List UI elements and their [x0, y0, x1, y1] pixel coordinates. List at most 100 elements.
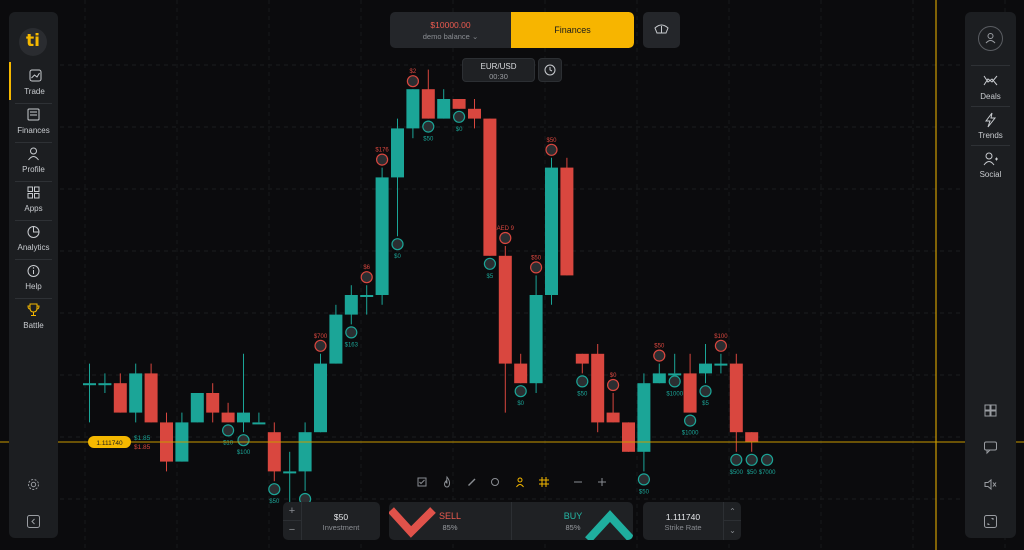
candle-body — [729, 363, 743, 433]
trader-avatar[interactable] — [714, 339, 728, 352]
candles-type-icon[interactable] — [415, 475, 429, 489]
buy-label: BUY — [563, 511, 583, 521]
deals-icon — [983, 75, 998, 86]
strike-increase-button[interactable]: ⌃ — [724, 502, 741, 521]
collapse-icon[interactable] — [26, 514, 41, 529]
trader-avatar[interactable] — [730, 453, 743, 466]
trader-avatar[interactable] — [345, 326, 358, 339]
candle-body — [606, 412, 620, 423]
trader-avatar[interactable] — [699, 385, 712, 398]
trade-amount-label: $2 — [410, 69, 417, 75]
sidebar-item-analytics[interactable]: Analytics — [9, 218, 58, 256]
candle-body — [406, 89, 420, 129]
trader-avatar[interactable] — [268, 483, 281, 496]
trade-amount-label: $50 — [423, 137, 434, 143]
trader-avatar[interactable] — [745, 453, 758, 466]
trader-avatar[interactable] — [376, 153, 389, 166]
fullscreen-icon[interactable] — [983, 514, 998, 529]
sidebar-item-social[interactable]: Social — [965, 145, 1016, 183]
investment-increase-button[interactable]: + — [283, 502, 301, 521]
trader-avatar[interactable] — [422, 120, 435, 133]
sidebar-item-apps[interactable]: Apps — [9, 179, 58, 217]
avatar[interactable] — [978, 26, 1003, 51]
candle-body — [144, 373, 158, 423]
finances-button[interactable]: Finances — [511, 12, 634, 48]
sidebar-item-profile[interactable]: Profile — [9, 140, 58, 178]
trader-avatar[interactable] — [760, 453, 774, 466]
settings-icon[interactable] — [26, 477, 41, 492]
traders-icon[interactable] — [513, 475, 527, 489]
candle-body — [113, 383, 127, 413]
trader-avatar[interactable] — [653, 349, 666, 362]
candle-body — [483, 118, 497, 256]
sidebar-item-label: Apps — [24, 204, 43, 213]
grid-icon[interactable] — [537, 475, 551, 489]
trader-avatar[interactable] — [683, 414, 697, 427]
trader-avatar[interactable] — [483, 257, 496, 270]
zoom-out-icon[interactable] — [571, 475, 585, 489]
trade-amount-label: $0 — [456, 127, 463, 133]
expiry-clock-button[interactable] — [538, 58, 562, 82]
trader-avatar[interactable] — [637, 473, 651, 486]
trade-amount-label: $5 — [487, 274, 494, 280]
trader-avatar[interactable] — [606, 378, 620, 392]
trade-amount-label: $0 — [610, 373, 617, 379]
balance-type-dropdown[interactable]: demo balance ⌄ — [390, 32, 511, 41]
candle-body — [668, 373, 682, 376]
sidebar-item-label: Social — [979, 170, 1002, 179]
sell-label: SELL — [438, 511, 462, 521]
current-price-value: 1.111740 — [96, 440, 123, 447]
trader-avatar[interactable] — [545, 143, 558, 156]
trader-avatar[interactable] — [360, 271, 373, 284]
trader-avatar[interactable] — [499, 231, 512, 245]
candle-body — [344, 295, 358, 315]
trader-avatar[interactable] — [222, 424, 235, 437]
investment-input: + − $50 Investment — [283, 502, 380, 540]
strike-rate-value[interactable]: 1.111740 — [643, 512, 723, 522]
candle-body — [591, 353, 605, 423]
sidebar-item-deals[interactable]: Deals — [965, 67, 1016, 105]
sidebar-item-battle[interactable]: Battle — [9, 296, 58, 334]
pencil-icon[interactable] — [465, 475, 479, 489]
candle-body — [452, 99, 466, 109]
left-sidebar: ti Trade Finances Profile Apps Analytics — [9, 12, 58, 538]
balance-amount[interactable]: $10000.00 — [390, 20, 511, 30]
trader-avatar[interactable] — [314, 339, 327, 352]
sell-arrow-icon — [389, 507, 436, 538]
buy-button[interactable]: BUY 85% — [511, 502, 633, 540]
investment-decrease-button[interactable]: − — [283, 521, 301, 540]
trader-avatar[interactable] — [406, 75, 419, 88]
gift-button[interactable] — [643, 12, 680, 48]
sidebar-item-trade[interactable]: Trade — [9, 62, 58, 100]
trader-avatar[interactable] — [529, 261, 543, 274]
sound-off-icon[interactable] — [983, 477, 998, 492]
trader-avatar[interactable] — [514, 385, 527, 398]
indicator-icon[interactable] — [488, 475, 502, 489]
zoom-in-icon[interactable] — [595, 475, 609, 489]
investment-value[interactable]: $50 — [302, 512, 380, 522]
sidebar-item-trends[interactable]: Trends — [965, 106, 1016, 144]
sidebar-item-finances[interactable]: Finances — [9, 101, 58, 139]
candle-body — [714, 363, 728, 366]
fire-icon[interactable] — [440, 475, 454, 489]
strike-decrease-button[interactable]: ⌄ — [724, 521, 741, 540]
asset-selector[interactable]: EUR/USD 00:30 — [462, 58, 535, 82]
trader-avatar[interactable] — [391, 238, 404, 251]
candle-body — [237, 412, 250, 423]
trade-amount-label: $0 — [517, 401, 524, 407]
trade-amount-label: $0 — [394, 254, 401, 260]
layout-icon[interactable] — [983, 403, 998, 418]
sell-button[interactable]: SELL 85% — [389, 502, 511, 540]
trader-avatar[interactable] — [668, 375, 681, 388]
chevron-down-icon: ⌄ — [471, 32, 479, 41]
candle-body — [560, 167, 574, 276]
trade-amount-label: $163 — [345, 342, 359, 348]
trader-avatar[interactable] — [576, 375, 589, 388]
trade-amount-label: $50 — [654, 344, 665, 350]
trader-avatar[interactable] — [237, 434, 250, 447]
trader-avatar[interactable] — [453, 110, 466, 123]
balance-panel: $10000.00 demo balance ⌄ Finances — [390, 12, 634, 48]
price-chart[interactable]: $10$100$50$700$163$6$176$0$2$50$0$5AED 9… — [0, 0, 1024, 550]
chat-icon[interactable] — [983, 440, 998, 455]
sidebar-item-help[interactable]: Help — [9, 257, 58, 295]
